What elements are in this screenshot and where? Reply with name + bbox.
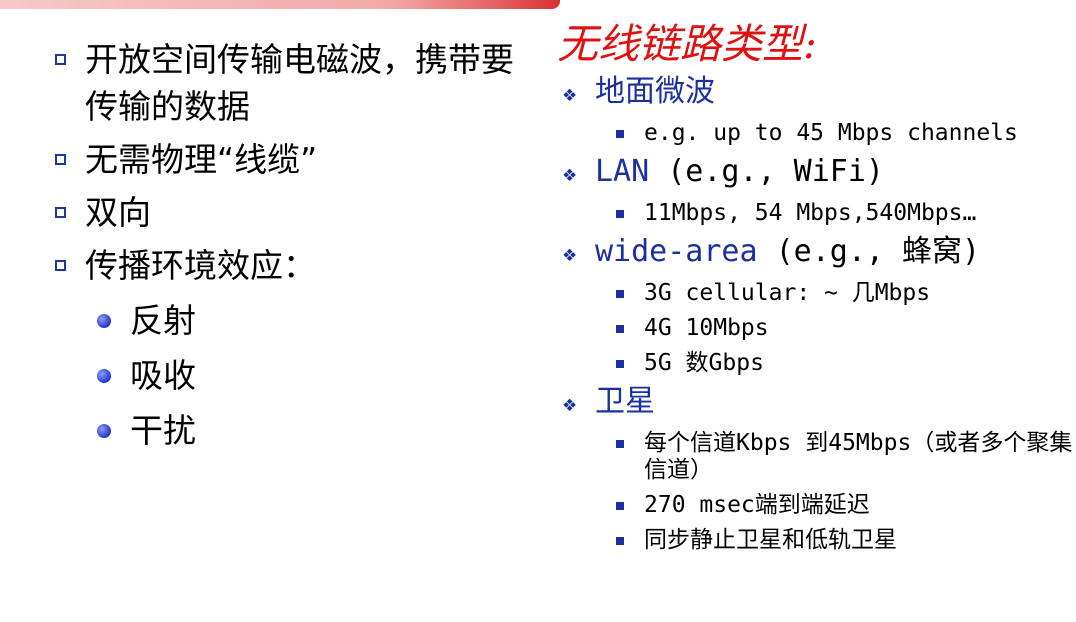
left-sub-bullet-text: 吸收 xyxy=(130,356,196,395)
link-detail: 同步静止卫星和低轨卫星 xyxy=(552,527,1076,554)
square-bullet-icon xyxy=(616,325,624,333)
left-bullet-text: 无需物理“线缆” xyxy=(85,140,318,179)
square-bullet-icon xyxy=(55,207,66,218)
link-detail: 4G 10Mbps xyxy=(552,315,1076,342)
left-bullet-4: 传播环境效应： xyxy=(55,242,525,289)
square-bullet-icon xyxy=(616,130,624,138)
square-bullet-icon xyxy=(616,502,624,510)
link-type-satellite: ❖ 卫星 xyxy=(552,382,1076,422)
link-detail: 每个信道Kbps 到45Mbps（或者多个聚集信道） xyxy=(552,430,1076,484)
link-type-example: (e.g., 蜂窝) xyxy=(757,234,981,269)
round-bullet-icon xyxy=(97,369,111,383)
round-bullet-icon xyxy=(97,314,111,328)
link-detail: e.g. up to 45 Mbps channels xyxy=(552,120,1076,147)
left-column: 开放空间传输电磁波，携带要传输的数据 无需物理“线缆” 双向 传播环境效应： 反… xyxy=(55,36,525,454)
link-type-lan: ❖ LAN (e.g., WiFi) xyxy=(552,152,1076,192)
link-detail: 11Mbps, 54 Mbps,540Mbps… xyxy=(552,200,1076,227)
link-detail-text: 4G 10Mbps xyxy=(644,315,769,341)
left-sub-bullet-2: 吸收 xyxy=(55,352,525,399)
link-detail-text: 270 msec端到端延迟 xyxy=(644,492,870,518)
round-bullet-icon xyxy=(97,424,111,438)
square-bullet-icon xyxy=(616,360,624,368)
link-detail: 3G cellular: ~ 几Mbps xyxy=(552,280,1076,307)
diamond-bullet-icon: ❖ xyxy=(562,396,578,416)
link-type-example: (e.g., WiFi) xyxy=(649,154,884,189)
square-bullet-icon xyxy=(616,537,624,545)
wireless-link-types-title: 无线链路类型: xyxy=(557,20,817,68)
link-type-label: wide-area xyxy=(595,234,758,269)
left-sub-bullet-1: 反射 xyxy=(55,297,525,344)
link-detail: 5G 数Gbps xyxy=(552,350,1076,377)
link-type-label: 地面微波 xyxy=(595,74,715,109)
link-type-label: LAN xyxy=(595,154,650,189)
diamond-bullet-icon: ❖ xyxy=(562,86,578,106)
left-bullet-3: 双向 xyxy=(55,189,525,236)
square-bullet-icon xyxy=(55,54,66,65)
link-detail-text: e.g. up to 45 Mbps channels xyxy=(644,120,1018,146)
link-detail-text: 5G 数Gbps xyxy=(644,350,764,376)
square-bullet-icon xyxy=(55,260,66,271)
link-type-wide-area: ❖ wide-area (e.g., 蜂窝) xyxy=(552,232,1076,272)
link-type-microwave: ❖ 地面微波 xyxy=(552,72,1076,112)
left-bullet-text: 双向 xyxy=(85,193,151,232)
link-detail: 270 msec端到端延迟 xyxy=(552,492,1076,519)
left-bullet-1: 开放空间传输电磁波，携带要传输的数据 xyxy=(55,36,525,130)
slide-top-banner xyxy=(0,0,560,9)
square-bullet-icon xyxy=(616,210,624,218)
left-bullet-text: 传播环境效应： xyxy=(85,246,316,285)
diamond-bullet-icon: ❖ xyxy=(562,246,578,266)
left-sub-bullet-3: 干扰 xyxy=(55,407,525,454)
left-bullet-text: 开放空间传输电磁波，携带要传输的数据 xyxy=(85,40,514,126)
square-bullet-icon xyxy=(616,290,624,298)
diamond-bullet-icon: ❖ xyxy=(562,166,578,186)
left-sub-bullet-text: 干扰 xyxy=(130,411,196,450)
link-detail-text: 每个信道Kbps 到45Mbps（或者多个聚集信道） xyxy=(644,430,1073,483)
left-bullet-2: 无需物理“线缆” xyxy=(55,136,525,183)
link-type-label: 卫星 xyxy=(595,384,655,419)
left-sub-bullet-text: 反射 xyxy=(130,301,196,340)
link-detail-text: 3G cellular: ~ 几Mbps xyxy=(644,280,931,306)
link-detail-text: 11Mbps, 54 Mbps,540Mbps… xyxy=(644,200,977,226)
square-bullet-icon xyxy=(55,154,66,165)
right-column: 无线链路类型: ❖ 地面微波 e.g. up to 45 Mbps channe… xyxy=(552,18,1076,559)
square-bullet-icon xyxy=(616,440,624,448)
link-detail-text: 同步静止卫星和低轨卫星 xyxy=(644,527,897,553)
